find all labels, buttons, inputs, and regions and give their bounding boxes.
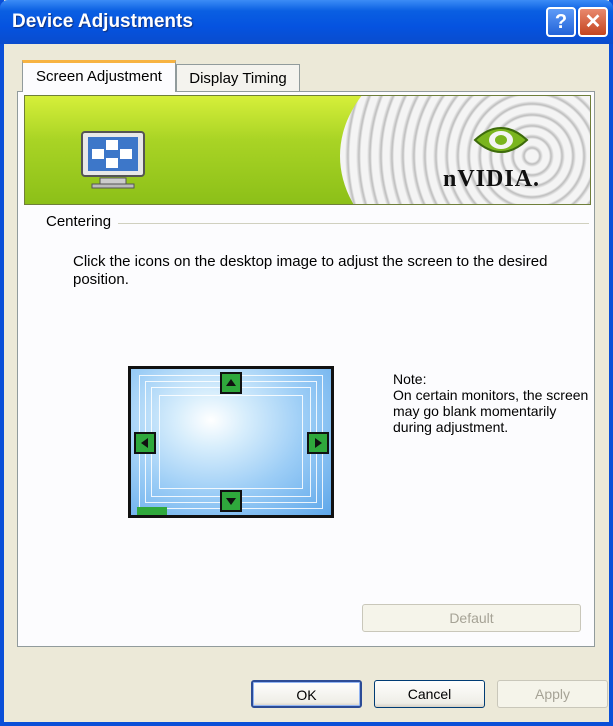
monitor-icon — [81, 131, 145, 189]
apply-button[interactable]: Apply — [497, 680, 608, 708]
title-bar[interactable]: Device Adjustments ? ✕ — [0, 0, 613, 44]
ok-button[interactable]: OK — [251, 680, 362, 708]
arrow-down-icon[interactable] — [220, 490, 242, 512]
arrow-left-icon[interactable] — [134, 432, 156, 454]
taskbar-strip — [137, 507, 167, 515]
help-icon: ? — [554, 11, 568, 33]
desktop-preview[interactable] — [128, 366, 334, 518]
arrow-right-icon[interactable] — [307, 432, 329, 454]
default-button[interactable]: Default — [362, 604, 581, 632]
centering-group-label: Centering — [46, 213, 115, 230]
centering-description: Click the icons on the desktop image to … — [73, 253, 548, 288]
close-button[interactable]: ✕ — [578, 7, 608, 37]
arrow-up-icon[interactable] — [220, 372, 242, 394]
cancel-button[interactable]: Cancel — [374, 680, 485, 708]
nvidia-logo-text: nVIDIA. — [443, 166, 541, 192]
close-icon: ✕ — [584, 11, 602, 33]
tab-screen-adjustment[interactable]: Screen Adjustment — [22, 60, 176, 92]
tab-display-timing[interactable]: Display Timing — [176, 64, 300, 94]
group-divider — [118, 223, 589, 224]
window-title: Device Adjustments — [12, 11, 193, 32]
note-text: Note: On certain monitors, the screen ma… — [393, 371, 589, 435]
help-button[interactable]: ? — [546, 7, 576, 37]
nvidia-eye-logo-icon — [473, 127, 529, 153]
